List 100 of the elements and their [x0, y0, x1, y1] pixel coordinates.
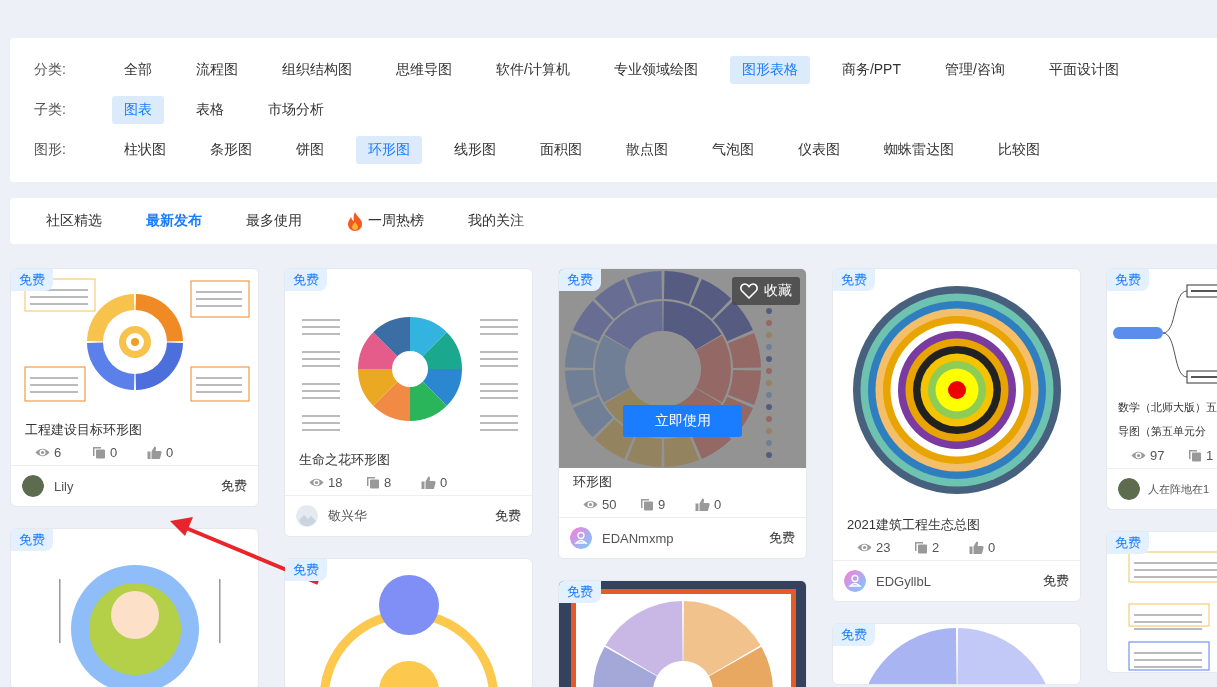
copy-count: 0 [110, 444, 118, 460]
card-title: 数学（北师大版）五导图（第五单元分 [1117, 400, 1217, 439]
filter-option[interactable]: 仪表图 [786, 136, 852, 164]
copy-count: 2 [932, 539, 940, 555]
avatar-photo [22, 475, 44, 497]
price-label: 免费 [221, 477, 247, 495]
donut-segment [594, 279, 636, 319]
view-count: 6 [54, 444, 62, 460]
view-count: 23 [876, 539, 891, 555]
filter-label: 子类: [34, 101, 67, 119]
price-label: 免费 [769, 529, 795, 547]
legend-dot [766, 452, 772, 458]
copy-icon [639, 497, 654, 511]
template-card[interactable]: 免费 收藏 立即使用 环形图 50 9 0 EDANmxmp 免费 [558, 268, 807, 559]
like-count: 0 [714, 496, 722, 512]
template-card[interactable]: 免费 [1106, 531, 1217, 673]
copy-count: 9 [658, 496, 666, 512]
free-tag: 免费 [833, 624, 875, 646]
filter-option[interactable]: 气泡图 [700, 136, 766, 164]
copy-icon [365, 475, 380, 489]
filter-option[interactable]: 散点图 [614, 136, 680, 164]
copy-icon [1187, 448, 1202, 462]
donut-segment [690, 279, 732, 319]
thumbs-up-icon [695, 497, 710, 511]
template-card[interactable]: 免费 2021建筑工程生态总图 23 2 0 EDGyllbL 免费 [832, 268, 1081, 602]
feed-tab[interactable]: 最多使用 [236, 208, 312, 234]
author-name: 人在阵地在1 [1148, 481, 1211, 497]
filter-option[interactable]: 柱状图 [112, 136, 178, 164]
filter-option[interactable]: 蜘蛛雷达图 [872, 136, 966, 164]
fire-icon [346, 211, 364, 231]
like-count: 0 [440, 474, 448, 490]
filter-option[interactable]: 饼图 [284, 136, 336, 164]
filter-option[interactable]: 市场分析 [256, 96, 336, 124]
author-name: EDANmxmp [602, 530, 675, 546]
filter-option[interactable]: 面积图 [528, 136, 594, 164]
free-tag: 免费 [11, 269, 53, 291]
filter-option[interactable]: 线形图 [442, 136, 508, 164]
filter-option[interactable]: 条形图 [198, 136, 264, 164]
filter-option[interactable]: 全部 [112, 56, 164, 84]
feed-tab[interactable]: 最新发布 [136, 208, 212, 234]
like-count: 0 [166, 444, 174, 460]
avatar-photo [1118, 478, 1140, 500]
filter-option[interactable]: 专业领域绘图 [601, 56, 710, 84]
card-title: 工程建设目标环形图 [24, 421, 143, 439]
legend-dot [766, 368, 772, 374]
favorite-button[interactable]: 收藏 [732, 277, 800, 305]
filter-option[interactable]: 软件/计算机 [484, 56, 582, 84]
free-tag: 免费 [1107, 532, 1149, 554]
template-card[interactable]: 免费 [558, 580, 807, 687]
copy-count: 8 [384, 474, 392, 490]
template-card[interactable]: 免费 生命之花环形图 18 8 0 敬兴华 免费 [284, 268, 533, 537]
filter-option[interactable]: 表格 [184, 96, 236, 124]
copy-count: 1 [1206, 447, 1214, 463]
filter-option[interactable]: 比较图 [986, 136, 1052, 164]
free-tag: 免费 [833, 269, 875, 291]
free-tag: 免费 [1107, 269, 1149, 291]
card-title: 环形图 [572, 473, 613, 491]
card-title: 2021建筑工程生态总图 [846, 516, 981, 534]
legend-dot [766, 308, 772, 314]
view-count: 50 [602, 496, 617, 512]
legend-dot [766, 320, 772, 326]
filter-option[interactable]: 思维导图 [384, 56, 464, 84]
free-tag: 免费 [559, 269, 601, 291]
free-tag: 免费 [285, 269, 327, 291]
use-now-button[interactable]: 立即使用 [623, 405, 742, 437]
user-avatar-icon [844, 570, 866, 592]
donut-segment [594, 419, 636, 459]
price-label: 免费 [495, 507, 521, 525]
feed-tab[interactable]: 我的关注 [458, 208, 534, 234]
template-card[interactable]: 免费 工程建设目标环形图 6 0 0 Lily 免费 [10, 268, 259, 507]
legend-dot [766, 416, 772, 422]
legend-dot [766, 380, 772, 386]
template-card[interactable]: 免费 [284, 558, 533, 687]
legend-dot [766, 440, 772, 446]
filter-label: 图形: [34, 141, 67, 159]
free-tag: 免费 [559, 581, 601, 603]
filter-option[interactable]: 平面设计图 [1036, 56, 1131, 84]
feed-tab[interactable]: 社区精选 [36, 208, 112, 234]
like-count: 0 [988, 539, 996, 555]
author-name: EDGyllbL [876, 573, 932, 589]
copy-icon [91, 445, 106, 459]
filter-label: 分类: [34, 61, 67, 79]
legend-dot [766, 344, 772, 350]
filter-option[interactable]: 商务/PPT [829, 56, 913, 84]
filter-option[interactable]: 流程图 [184, 56, 250, 84]
feed-tab[interactable]: 一周热榜 [336, 207, 434, 235]
template-card[interactable]: 免费 [10, 528, 259, 687]
author-name: Lily [54, 478, 75, 494]
free-tag: 免费 [285, 559, 327, 581]
user-avatar-icon [570, 527, 592, 549]
thumbs-up-icon [969, 540, 984, 554]
template-card[interactable]: 免费 [832, 623, 1081, 685]
author-name: 敬兴华 [328, 507, 368, 525]
card-title: 生命之花环形图 [298, 451, 391, 469]
template-card[interactable]: 免费 数学（北师大版）五导图（第五单元分 97 1 人在阵地在1 [1106, 268, 1217, 510]
filter-option[interactable]: 管理/咨询 [933, 56, 1017, 84]
filter-option[interactable]: 组织结构图 [270, 56, 364, 84]
view-count: 97 [1150, 447, 1165, 463]
legend-dot [766, 332, 772, 338]
heart-icon [740, 283, 758, 299]
